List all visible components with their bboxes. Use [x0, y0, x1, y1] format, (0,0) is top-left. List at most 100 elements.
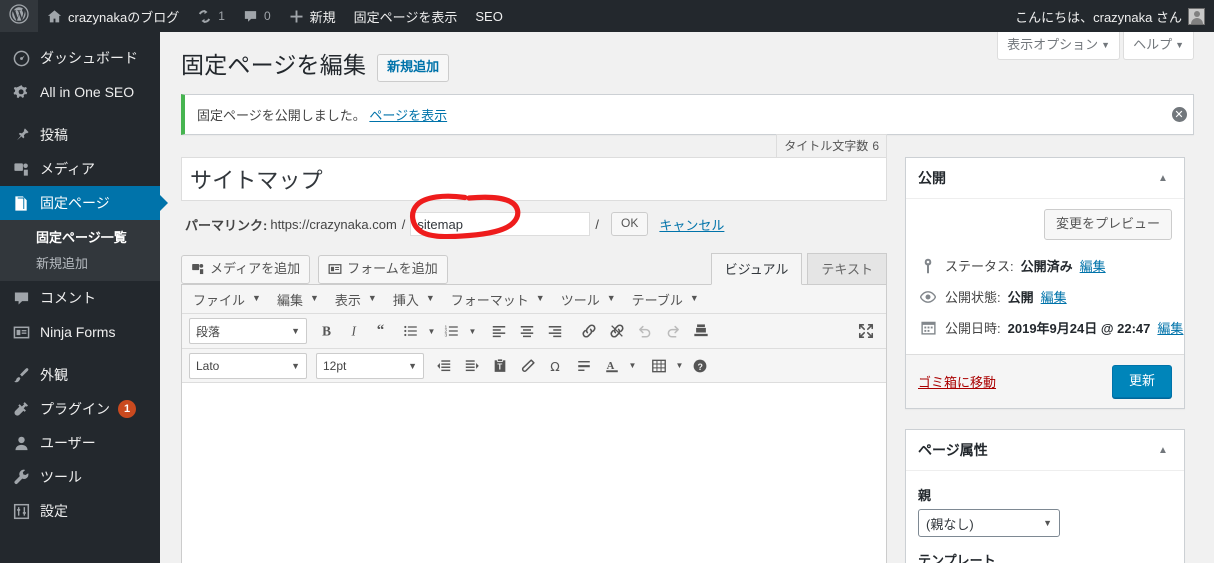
sidebar-submenu-item-all-pages[interactable]: 固定ページ一覧	[0, 223, 160, 249]
new-content-menu[interactable]: 新規	[280, 0, 345, 32]
sidebar-item-label: All in One SEO	[40, 84, 135, 100]
menu-format[interactable]: フォーマット ▼	[443, 286, 553, 313]
wordpress-logo-menu[interactable]	[0, 0, 38, 32]
preview-changes-button[interactable]: 変更をプレビュー	[1043, 209, 1172, 241]
update-button[interactable]: 更新	[1111, 365, 1172, 399]
sidebar-item-plugins[interactable]: プラグイン 1	[0, 392, 160, 426]
table-icon[interactable]	[645, 352, 673, 380]
align-right-icon[interactable]	[541, 317, 569, 345]
insert-link-icon[interactable]	[575, 317, 603, 345]
special-character-icon[interactable]: Ω	[542, 352, 570, 380]
svg-text:“: “	[377, 323, 385, 339]
bold-icon[interactable]: B	[313, 317, 341, 345]
chevron-down-icon: ▼	[606, 293, 616, 303]
numbered-list-icon[interactable]: 1 2 3	[438, 317, 466, 345]
read-more-icon[interactable]	[687, 317, 715, 345]
increase-indent-icon[interactable]	[458, 352, 486, 380]
remove-link-icon[interactable]	[603, 317, 631, 345]
screen-options-button[interactable]: 表示オプション ▼	[997, 32, 1121, 60]
sidebar-item-media[interactable]: メディア	[0, 152, 160, 186]
edit-date-link[interactable]: 編集	[1157, 318, 1183, 337]
font-size-select[interactable]: 12pt ▼	[316, 352, 424, 379]
permalink-cancel-link[interactable]: キャンセル	[659, 215, 724, 234]
numbered-list-caret-icon[interactable]: ▼	[466, 317, 479, 345]
sidebar-item-all-in-one-seo[interactable]: All in One SEO	[0, 75, 160, 109]
menu-table[interactable]: テーブル ▼	[624, 286, 707, 313]
title-input[interactable]	[181, 157, 887, 201]
my-account-menu[interactable]: こんにちは、crazynaka さん	[1006, 0, 1214, 32]
bulleted-list-icon[interactable]	[397, 317, 425, 345]
sidebar-item-dashboard[interactable]: ダッシュボード	[0, 41, 160, 75]
edit-status-link[interactable]: 編集	[1080, 256, 1106, 275]
text-color-icon[interactable]: A	[598, 352, 626, 380]
dashboard-icon	[11, 50, 31, 67]
blockquote-icon[interactable]: “	[369, 317, 397, 345]
add-form-button[interactable]: フォームを追加	[318, 254, 448, 284]
sidebar-item-label: 外観	[40, 367, 68, 383]
tab-text[interactable]: テキスト	[807, 253, 887, 285]
slug-input[interactable]	[410, 212, 591, 236]
sidebar-item-posts[interactable]: 投稿	[0, 118, 160, 152]
paragraph-format-select[interactable]: 段落 ▼	[189, 318, 307, 344]
sidebar-item-label: ユーザー	[40, 435, 96, 451]
menu-insert[interactable]: 挿入 ▼	[385, 286, 443, 313]
view-page-link[interactable]: ページを表示	[369, 108, 447, 123]
menu-view[interactable]: 表示 ▼	[327, 286, 385, 313]
add-media-button[interactable]: メディアを追加	[181, 254, 311, 284]
edit-visibility-link[interactable]: 編集	[1041, 287, 1067, 306]
sidebar-item-pages[interactable]: 固定ページ	[0, 186, 168, 220]
seo-menu[interactable]: SEO	[466, 0, 511, 32]
keyboard-shortcuts-help-icon[interactable]: ?	[686, 352, 714, 380]
sidebar-submenu-item-add-new[interactable]: 新規追加	[0, 249, 160, 275]
menu-file[interactable]: ファイル ▼	[185, 286, 269, 313]
media-icon	[11, 161, 31, 178]
undo-icon[interactable]	[631, 317, 659, 345]
updates-menu[interactable]: 1	[188, 0, 234, 32]
font-family-select[interactable]: Lato ▼	[189, 352, 307, 379]
view-page-link[interactable]: 固定ページを表示	[345, 0, 467, 32]
horizontal-line-icon[interactable]	[570, 352, 598, 380]
chevron-down-icon: ▼	[1175, 40, 1184, 50]
pin-marker-icon	[918, 258, 938, 274]
fullscreen-icon[interactable]	[852, 317, 880, 345]
sidebar-item-ninja-forms[interactable]: Ninja Forms	[0, 315, 160, 349]
paste-as-text-icon[interactable]: T	[486, 352, 514, 380]
chevron-down-icon: ▼	[425, 293, 435, 303]
comments-menu[interactable]: 0	[234, 0, 280, 32]
align-left-icon[interactable]	[485, 317, 513, 345]
table-caret-icon[interactable]: ▼	[673, 352, 686, 380]
site-name-menu[interactable]: crazynakaのブログ	[38, 0, 188, 32]
add-new-page-button[interactable]: 新規追加	[377, 54, 450, 82]
chevron-up-icon[interactable]: ▲	[1150, 437, 1176, 463]
sidebar-item-tools[interactable]: ツール	[0, 460, 160, 494]
chevron-down-icon: ▼	[291, 360, 300, 371]
bulleted-list-caret-icon[interactable]: ▼	[425, 317, 438, 345]
redo-icon[interactable]	[659, 317, 687, 345]
chevron-up-icon[interactable]: ▲	[1150, 165, 1176, 191]
permalink-ok-button[interactable]: OK	[611, 212, 649, 236]
svg-text:T: T	[497, 362, 502, 371]
decrease-indent-icon[interactable]	[430, 352, 458, 380]
move-to-trash-link[interactable]: ゴミ箱に移動	[918, 372, 996, 391]
parent-page-select[interactable]: (親なし) ▼	[918, 509, 1060, 538]
tab-visual[interactable]: ビジュアル	[710, 253, 803, 285]
settings-sliders-icon	[11, 503, 31, 520]
publish-major-actions: ゴミ箱に移動 更新	[906, 354, 1184, 409]
sidebar-submenu-label: 新規追加	[36, 255, 89, 271]
align-center-icon[interactable]	[513, 317, 541, 345]
main-column: タイトル文字数6 パーマリンク: https://crazynaka.com /…	[181, 134, 887, 563]
help-button[interactable]: ヘルプ ▼	[1123, 32, 1194, 60]
sidebar-item-appearance[interactable]: 外観	[0, 358, 160, 392]
clear-formatting-icon[interactable]	[514, 352, 542, 380]
editor-content-area[interactable]	[182, 383, 886, 563]
menu-edit[interactable]: 編集 ▼	[269, 286, 327, 313]
italic-icon[interactable]: I	[341, 317, 369, 345]
sidebar-item-comments[interactable]: コメント	[0, 281, 160, 315]
menu-tools[interactable]: ツール ▼	[553, 286, 624, 313]
comment-bubble-icon	[11, 290, 31, 307]
sidebar-item-users[interactable]: ユーザー	[0, 426, 160, 460]
notice-dismiss-button[interactable]: ✕	[1167, 102, 1191, 126]
text-color-caret-icon[interactable]: ▼	[626, 352, 639, 380]
plugin-update-badge: 1	[118, 400, 136, 418]
sidebar-item-settings[interactable]: 設定	[0, 494, 160, 528]
